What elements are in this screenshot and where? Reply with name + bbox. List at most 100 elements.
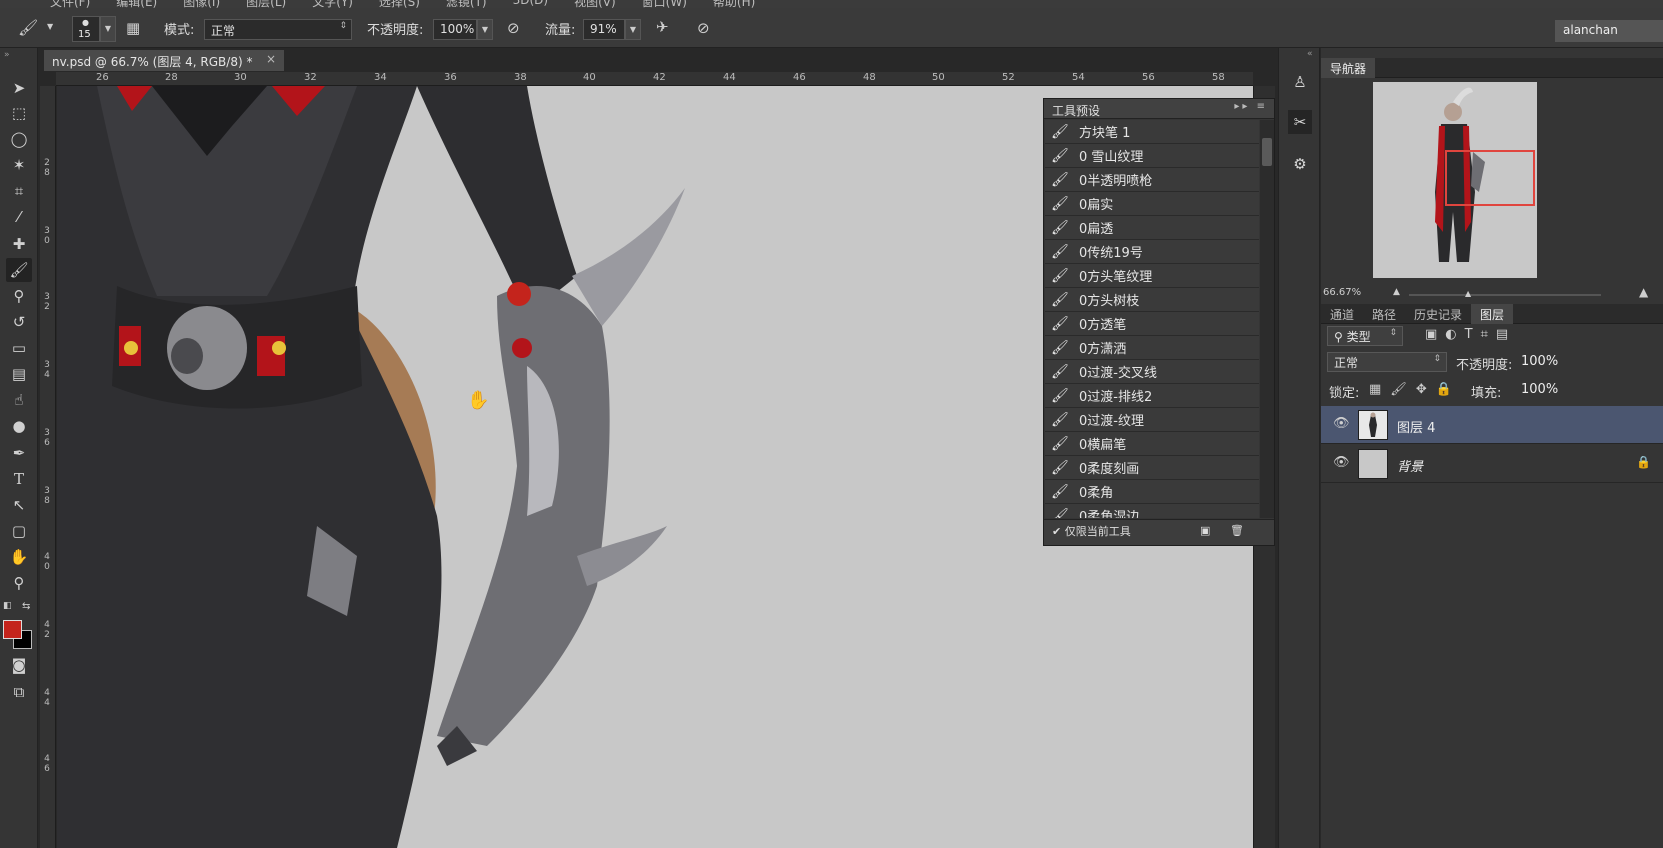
list-item[interactable]: 🖌 0柔度刻画: [1045, 456, 1259, 480]
pressure-opacity-icon[interactable]: ⊘: [507, 19, 520, 37]
tab-paths[interactable]: 路径: [1363, 304, 1405, 324]
quick-mask-icon[interactable]: ◙: [6, 653, 32, 677]
shape-filter-icon[interactable]: ⌗: [1481, 327, 1496, 342]
healing-brush-icon[interactable]: ✚: [6, 232, 32, 256]
list-item[interactable]: 🖌 0方透笔: [1045, 312, 1259, 336]
adjustments-icon[interactable]: ⚙: [1288, 152, 1312, 176]
zoom-out-icon[interactable]: ▲: [1393, 287, 1400, 297]
path-selection-icon[interactable]: ↖: [6, 493, 32, 517]
brush-preset-picker[interactable]: ● 15: [72, 16, 100, 42]
panel-menu-icon[interactable]: ▸▸ ≡: [1234, 101, 1268, 112]
presets-scrollbar[interactable]: [1260, 120, 1274, 518]
airbrush-icon[interactable]: ✈: [656, 18, 669, 36]
menu-edit[interactable]: 编辑(E): [116, 0, 157, 8]
smart-object-filter-icon[interactable]: ▤: [1496, 327, 1516, 342]
layer-row[interactable]: 👁 背景 🔒: [1321, 445, 1663, 483]
menu-select[interactable]: 选择(S): [379, 0, 420, 8]
mode-select[interactable]: 正常 ⇕: [204, 19, 352, 40]
flow-dropdown-arrow[interactable]: ▼: [625, 19, 641, 40]
lock-transparency-icon[interactable]: ▦: [1369, 382, 1390, 397]
eye-icon[interactable]: 👁: [1333, 455, 1350, 470]
pen-tool-icon[interactable]: ✒: [6, 441, 32, 465]
menu-view[interactable]: 视图(V): [574, 0, 616, 8]
brush-tool-icon[interactable]: 🖌: [18, 18, 38, 37]
eyedropper-icon[interactable]: ⁄: [6, 205, 32, 229]
dodge-tool-icon[interactable]: ●: [6, 414, 32, 438]
list-item[interactable]: 🖌 0方头树枝: [1045, 288, 1259, 312]
type-tool-icon[interactable]: T: [6, 467, 32, 491]
scrollbar-thumb[interactable]: [1262, 138, 1272, 166]
menu-help[interactable]: 帮助(H): [713, 0, 755, 8]
adjustment-filter-icon[interactable]: ◐: [1445, 327, 1464, 342]
image-filter-icon[interactable]: ▣: [1425, 327, 1445, 342]
list-item[interactable]: 🖌 0传统19号: [1045, 240, 1259, 264]
clone-stamp-icon[interactable]: ⚲: [6, 284, 32, 308]
brush-panel-icon[interactable]: ▦: [126, 19, 140, 37]
magic-wand-icon[interactable]: ✶: [6, 153, 32, 177]
list-item[interactable]: 🖌 0柔角湿边: [1045, 504, 1259, 518]
flow-input[interactable]: 91%: [583, 19, 625, 40]
zoom-slider-thumb[interactable]: ▲: [1465, 289, 1471, 298]
layer-row[interactable]: 👁 图层 4: [1321, 406, 1663, 444]
document-tab[interactable]: nv.psd @ 66.7% (图层 4, RGB/8) * ×: [44, 50, 284, 71]
zoom-tool-icon[interactable]: ⚲: [6, 571, 32, 595]
brush-picker-arrow[interactable]: ▼: [100, 16, 116, 42]
ruler-vertical[interactable]: 28 30 32 34 36 38 40 42 44 46: [40, 86, 56, 848]
list-item[interactable]: 🖌 0方头笔纹理: [1045, 264, 1259, 288]
blend-mode-select[interactable]: 正常 ⇕: [1327, 352, 1447, 372]
crop-tool-icon[interactable]: ⌗: [6, 179, 32, 203]
brush-settings-icon[interactable]: ✂: [1288, 110, 1312, 134]
menu-image[interactable]: 图像(I): [183, 0, 220, 8]
opacity-dropdown-arrow[interactable]: ▼: [477, 19, 493, 40]
new-preset-icon[interactable]: ▣: [1200, 524, 1210, 537]
swap-colors-icon[interactable]: ⇆: [22, 601, 30, 612]
eye-icon[interactable]: 👁: [1333, 416, 1350, 431]
tab-channels[interactable]: 通道: [1321, 304, 1363, 324]
gradient-tool-icon[interactable]: ▤: [6, 362, 32, 386]
lock-pixels-icon[interactable]: 🖌: [1390, 382, 1416, 397]
list-item[interactable]: 🖌 0方潇洒: [1045, 336, 1259, 360]
shape-tool-icon[interactable]: ▢: [6, 519, 32, 543]
list-item[interactable]: 🖌 方块笔 1: [1045, 120, 1259, 144]
presets-panel-header[interactable]: 工具预设 ▸▸ ≡: [1044, 99, 1274, 119]
zoom-value[interactable]: 66.67%: [1323, 287, 1361, 298]
default-colors-icon[interactable]: ◧: [3, 601, 12, 611]
lock-position-icon[interactable]: ✥: [1416, 382, 1436, 397]
navigator-view-box[interactable]: [1445, 150, 1535, 206]
chevron-down-icon[interactable]: ▼: [47, 22, 53, 31]
lock-all-icon[interactable]: 🔒: [1436, 382, 1461, 397]
eraser-icon[interactable]: ▭: [6, 336, 32, 360]
history-brush-icon[interactable]: ↺: [6, 310, 32, 334]
list-item[interactable]: 🖌 0 雪山纹理: [1045, 144, 1259, 168]
list-item[interactable]: 🖌 0扁透: [1045, 216, 1259, 240]
checkbox-checked-icon[interactable]: ✔: [1052, 525, 1061, 538]
foreground-color-swatch[interactable]: [3, 620, 22, 639]
menu-layer[interactable]: 图层(L): [246, 0, 286, 8]
collapse-icon[interactable]: «: [1307, 49, 1313, 59]
menu-file[interactable]: 文件(F): [50, 0, 90, 8]
menu-window[interactable]: 窗口(W): [642, 0, 687, 8]
trash-icon[interactable]: 🗑: [1230, 524, 1244, 537]
close-icon[interactable]: ×: [266, 52, 276, 66]
smudge-tool-icon[interactable]: ☝: [6, 388, 32, 412]
list-item[interactable]: 🖌 0横扁笔: [1045, 432, 1259, 456]
collapse-icon[interactable]: »: [4, 50, 10, 60]
list-item[interactable]: 🖌 0半透明喷枪: [1045, 168, 1259, 192]
layer-opacity-input[interactable]: 100%: [1521, 354, 1558, 369]
pressure-size-icon[interactable]: ⊘: [697, 19, 710, 37]
lasso-tool-icon[interactable]: ◯: [6, 127, 32, 151]
ruler-horizontal[interactable]: 26 28 30 32 34 36 38 40 42 44 46 48 50 5…: [56, 72, 1253, 86]
tab-history[interactable]: 历史记录: [1405, 304, 1471, 324]
list-item[interactable]: 🖌 0柔角: [1045, 480, 1259, 504]
list-item[interactable]: 🖌 0过渡-纹理: [1045, 408, 1259, 432]
opacity-input[interactable]: 100%: [433, 19, 477, 40]
marquee-tool-icon[interactable]: ⬚: [6, 101, 32, 125]
tab-navigator[interactable]: 导航器: [1321, 58, 1376, 78]
fill-input[interactable]: 100%: [1521, 382, 1558, 397]
zoom-slider[interactable]: [1409, 294, 1601, 296]
type-filter-icon[interactable]: T: [1465, 327, 1481, 342]
list-item[interactable]: 🖌 0过渡-交叉线: [1045, 360, 1259, 384]
hand-tool-icon[interactable]: ✋: [6, 545, 32, 569]
move-tool-icon[interactable]: ➤: [6, 76, 32, 100]
tool-presets-icon[interactable]: ♙: [1288, 70, 1312, 94]
